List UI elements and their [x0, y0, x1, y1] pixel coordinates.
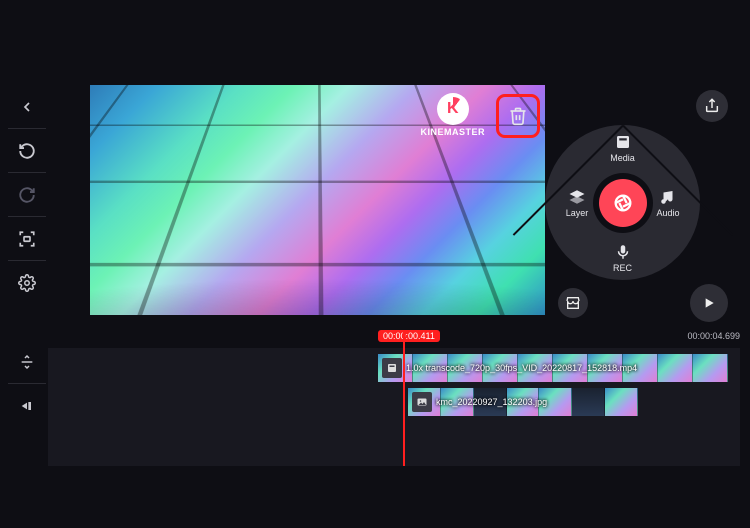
- wheel-media-label: Media: [610, 153, 635, 163]
- timeline-tracks[interactable]: 1.0x transcode_720p_30fps_VID_20220817_1…: [48, 348, 740, 466]
- asset-store-button[interactable]: [558, 288, 588, 318]
- delete-button[interactable]: [499, 97, 537, 135]
- image-clip[interactable]: kmc_20220927_132203.jpg: [408, 388, 638, 416]
- watermark-label: KINEMASTER: [420, 127, 485, 137]
- video-clip-label: 1.0x transcode_720p_30fps_VID_20220817_1…: [406, 363, 637, 373]
- action-wheel: Media Layer Audio REC: [545, 125, 700, 280]
- total-time-label: 00:00:04.699: [687, 331, 740, 341]
- playhead[interactable]: [403, 332, 405, 466]
- left-toolbar: [8, 85, 46, 305]
- kinemaster-logo-icon: K: [437, 93, 469, 125]
- video-clip-icon: [382, 358, 402, 378]
- image-clip-icon: [412, 392, 432, 412]
- wheel-capture-button[interactable]: [599, 179, 647, 227]
- wheel-rec-label: REC: [613, 263, 632, 273]
- timeline-expand-button[interactable]: [8, 340, 46, 384]
- export-button[interactable]: [696, 90, 728, 122]
- wheel-layer-label: Layer: [566, 208, 589, 218]
- back-button[interactable]: [8, 85, 46, 129]
- jump-button[interactable]: [8, 384, 46, 428]
- wheel-media-button[interactable]: Media: [593, 133, 653, 163]
- wheel-audio-label: Audio: [656, 208, 679, 218]
- wheel-rec-button[interactable]: REC: [593, 243, 653, 273]
- video-clip[interactable]: 1.0x transcode_720p_30fps_VID_20220817_1…: [378, 354, 728, 382]
- undo-button[interactable]: [8, 129, 46, 173]
- shutter-icon: [612, 192, 634, 214]
- video-preview[interactable]: K KINEMASTER: [90, 85, 545, 315]
- kinemaster-watermark: K KINEMASTER: [420, 93, 485, 137]
- current-time-label: 00:00:00.411: [378, 330, 440, 342]
- timeline-ruler[interactable]: 00:00:00.411 00:00:04.699: [48, 326, 740, 346]
- settings-button[interactable]: [8, 261, 46, 305]
- left-lower-toolbar: [8, 340, 46, 428]
- redo-button[interactable]: [8, 173, 46, 217]
- capture-button[interactable]: [8, 217, 46, 261]
- play-button[interactable]: [690, 284, 728, 322]
- image-clip-label: kmc_20220927_132203.jpg: [436, 397, 547, 407]
- wheel-audio-button[interactable]: Audio: [638, 188, 698, 218]
- kinemaster-editor: K KINEMASTER Media Layer Audio REC: [0, 0, 750, 528]
